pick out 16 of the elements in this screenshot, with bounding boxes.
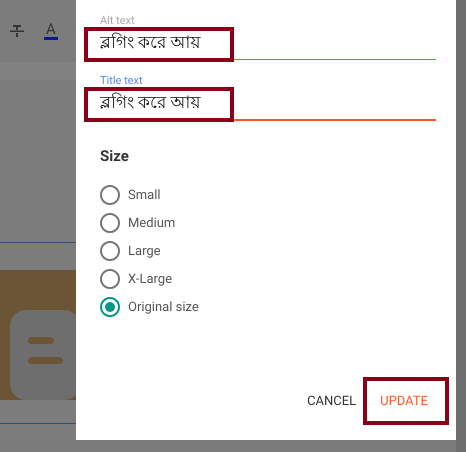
section-heading: Size xyxy=(100,147,130,165)
radio-label: Original size xyxy=(128,300,199,314)
strikethrough-icon[interactable] xyxy=(10,24,24,38)
radio-label: Small xyxy=(128,188,161,202)
field-label: Title text xyxy=(100,74,144,87)
text-field[interactable]: ব্লগিং করে আয় xyxy=(100,27,436,60)
radio-button[interactable] xyxy=(100,213,120,233)
radio-button[interactable] xyxy=(100,297,120,317)
text-field[interactable]: ব্লগিং করে আয় xyxy=(100,87,436,121)
radio-label: Large xyxy=(128,244,161,258)
radio-button[interactable] xyxy=(100,185,120,205)
radio-button[interactable] xyxy=(100,241,120,261)
radio-label: X-Large xyxy=(128,272,172,286)
radio-label: Medium xyxy=(128,216,176,230)
radio-button[interactable] xyxy=(100,269,120,289)
field-label: Alt text xyxy=(100,14,136,27)
